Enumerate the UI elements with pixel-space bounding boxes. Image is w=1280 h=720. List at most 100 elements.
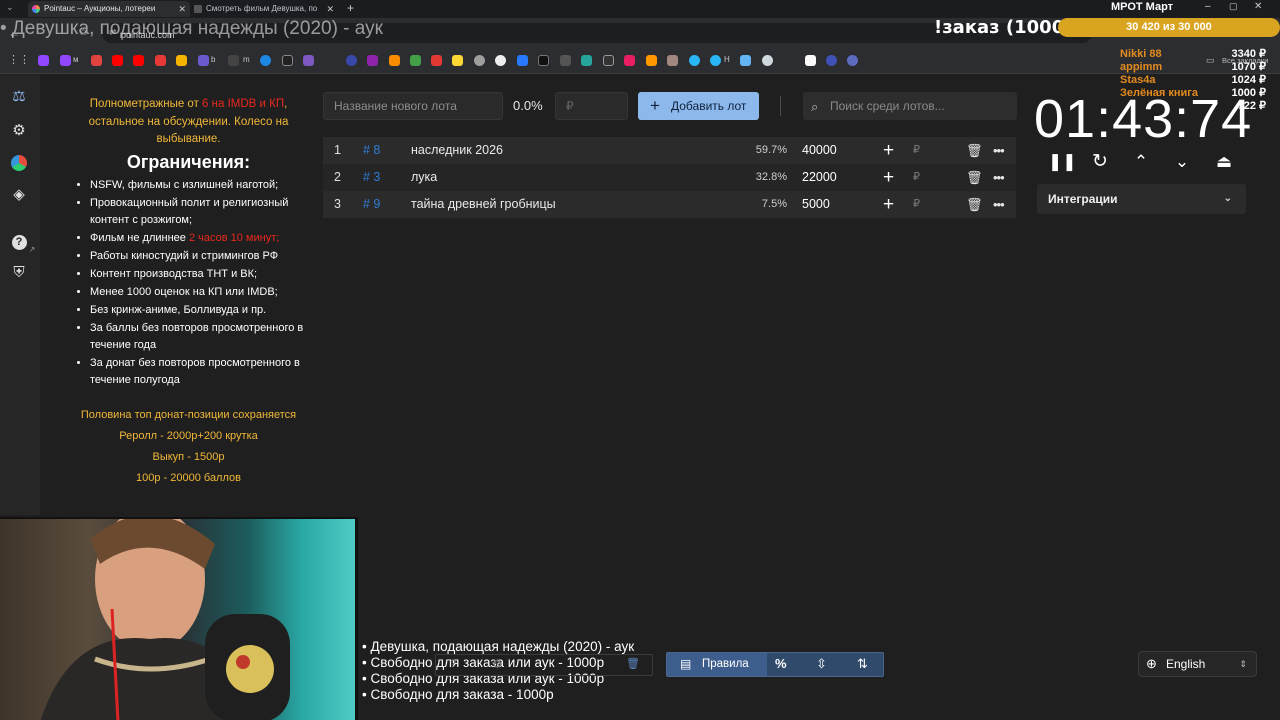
browser-menu-icon[interactable]: ⌄ <box>6 2 14 13</box>
bookmark-blue2-icon[interactable] <box>826 55 837 66</box>
bookmark-yandex-icon[interactable] <box>431 55 442 66</box>
close-window-icon[interactable]: ✕ <box>1254 1 1262 12</box>
lot-name[interactable]: лука <box>411 164 437 191</box>
lot-name[interactable]: наследник 2026 <box>411 137 503 164</box>
shield-icon[interactable]: ⛨ <box>10 264 28 282</box>
lot-id[interactable]: # 9 <box>363 191 380 218</box>
close-tab-icon[interactable]: ✕ <box>178 1 186 17</box>
secondary-toolbar[interactable]: ? ⚙ 🗑 <box>435 654 653 676</box>
lot-position: 1 <box>334 143 341 157</box>
bookmark-blue-icon[interactable] <box>260 55 271 66</box>
apps-grid-icon[interactable]: ⋮⋮ <box>8 53 30 66</box>
layers-icon[interactable]: ◈ <box>10 186 28 204</box>
lot-row[interactable]: 3 # 9 тайна древней гробницы 7.5% 5000 +… <box>323 191 1016 218</box>
bookmark-dark-icon[interactable] <box>538 55 549 66</box>
bookmark-grid-icon[interactable] <box>560 55 571 66</box>
bookmark-telegram-icon[interactable] <box>689 55 700 66</box>
bookmark-plus-icon[interactable] <box>282 55 293 66</box>
split-icon[interactable]: ⇳ <box>816 656 827 672</box>
divider <box>780 96 781 116</box>
bookmark-red2-icon[interactable] <box>155 55 166 66</box>
bookmark-gray-icon[interactable] <box>474 55 485 66</box>
more-options-icon[interactable]: ••• <box>993 164 1005 191</box>
tab-pointauc[interactable]: Pointauc – Аукционы, лотереи ✕ <box>28 1 190 17</box>
add-amount-icon[interactable]: + <box>883 137 894 164</box>
bookmark-telegram2-icon[interactable] <box>710 55 721 66</box>
bookmark-indigo-icon[interactable] <box>847 55 858 66</box>
bookmark-k-icon[interactable] <box>603 55 614 66</box>
restart-icon[interactable]: ↻ <box>1089 150 1111 174</box>
rule-note: 100р - 20000 баллов <box>136 471 241 484</box>
bookmark-twitch2-icon[interactable] <box>60 55 71 66</box>
bookmark-mail-icon[interactable] <box>176 55 187 66</box>
add-amount-icon[interactable]: + <box>883 164 894 191</box>
bookmark-orange-icon[interactable] <box>389 55 400 66</box>
bookmark-brown-icon[interactable] <box>667 55 678 66</box>
bookmark-white-icon[interactable] <box>495 55 506 66</box>
trash-icon[interactable]: 🗑 <box>966 164 983 191</box>
lot-name[interactable]: тайна древней гробницы <box>411 191 556 218</box>
tab-movie[interactable]: Смотреть фильм Девушка, по ✕ <box>190 1 338 17</box>
maximize-window-icon[interactable]: ▢ <box>1229 1 1238 12</box>
gear-icon[interactable]: ⚙ <box>10 122 28 140</box>
bookmark-yellow-icon[interactable] <box>452 55 463 66</box>
bookmark-lightblue-icon[interactable] <box>740 55 751 66</box>
add-amount-icon[interactable]: + <box>883 191 894 218</box>
percent-icon[interactable]: % <box>775 656 787 671</box>
lot-amount-input[interactable]: ₽ <box>555 92 628 120</box>
goal-title: МРОТ Март <box>1111 1 1174 13</box>
integrations-dropdown[interactable]: Интеграции ⌄ <box>1037 184 1246 214</box>
bookmark-a-icon[interactable] <box>517 55 528 66</box>
lot-amount[interactable]: 22000 <box>802 164 837 191</box>
bookmark-teal-icon[interactable] <box>581 55 592 66</box>
trash-icon[interactable]: 🗑 <box>966 191 983 218</box>
bookmark-twitch-icon[interactable] <box>38 55 49 66</box>
bookmark-m-icon[interactable] <box>228 55 239 66</box>
bookmark-label: m <box>243 55 250 64</box>
bookmark-p-icon[interactable] <box>805 55 816 66</box>
rules-panel: Полнометражные от 6 на IMDB и КП, осталь… <box>66 96 311 487</box>
search-lots-input[interactable]: ⌕ Поиск среди лотов... <box>803 92 1017 120</box>
bookmark-purple-icon[interactable] <box>303 55 314 66</box>
chevron-down-icon[interactable]: ⌄ <box>1171 150 1193 174</box>
rules-button[interactable]: ▤ Правила <box>667 653 767 676</box>
bookmark-globe-icon[interactable] <box>762 55 773 66</box>
close-tab-icon[interactable]: ✕ <box>326 1 334 17</box>
bookmark-s-icon[interactable] <box>624 55 635 66</box>
language-select[interactable]: ⊕ English ⇕ <box>1138 651 1257 677</box>
lot-amount[interactable]: 5000 <box>802 191 830 218</box>
bookmark-amber-icon[interactable] <box>646 55 657 66</box>
trash-icon[interactable]: 🗑 <box>966 137 983 164</box>
rule-note: Выкуп - 1500р <box>152 450 225 463</box>
bookmark-youtube-icon[interactable] <box>112 55 123 66</box>
bookmark-oval-icon[interactable] <box>346 55 357 66</box>
help-icon[interactable]: ? <box>450 658 456 670</box>
lot-id[interactable]: # 3 <box>363 164 380 191</box>
lot-amount[interactable]: 40000 <box>802 137 837 164</box>
movie-favicon-icon <box>194 5 202 13</box>
bookmark-violet-icon[interactable] <box>367 55 378 66</box>
add-lot-button[interactable]: + Добавить лот <box>638 92 759 120</box>
bookmark-youtube2-icon[interactable] <box>133 55 144 66</box>
search-placeholder: Поиск среди лотов... <box>830 99 945 113</box>
more-options-icon[interactable]: ••• <box>993 191 1005 218</box>
bookmark-green-icon[interactable] <box>410 55 421 66</box>
new-tab-icon[interactable]: + <box>347 1 354 15</box>
minimize-window-icon[interactable]: – <box>1205 1 1211 12</box>
gavel-icon[interactable]: ⚖ <box>10 88 28 106</box>
trash-icon[interactable]: 🗑 <box>626 657 640 670</box>
lot-row[interactable]: 1 # 8 наследник 2026 59.7% 40000 + ₽ 🗑 •… <box>323 137 1016 164</box>
lot-id[interactable]: # 8 <box>363 137 380 164</box>
bookmark-red-icon[interactable] <box>91 55 102 66</box>
chevron-up-icon[interactable]: ⌃ <box>1130 150 1152 174</box>
new-lot-name-input[interactable]: Название нового лота <box>323 92 503 120</box>
collapse-icon[interactable]: ⏏ <box>1213 150 1235 174</box>
pause-icon[interactable]: ❚❚ <box>1048 150 1077 174</box>
wheel-icon[interactable] <box>10 154 28 172</box>
bookmark-b-icon[interactable] <box>198 55 209 66</box>
sort-icon[interactable]: ⇅ <box>857 656 868 672</box>
lot-row[interactable]: 2 # 3 лука 32.8% 22000 + ₽ 🗑 ••• <box>323 164 1016 191</box>
help-icon[interactable]: ? <box>10 232 28 250</box>
more-options-icon[interactable]: ••• <box>993 137 1005 164</box>
settings-icon[interactable]: ⚙ <box>492 657 503 671</box>
